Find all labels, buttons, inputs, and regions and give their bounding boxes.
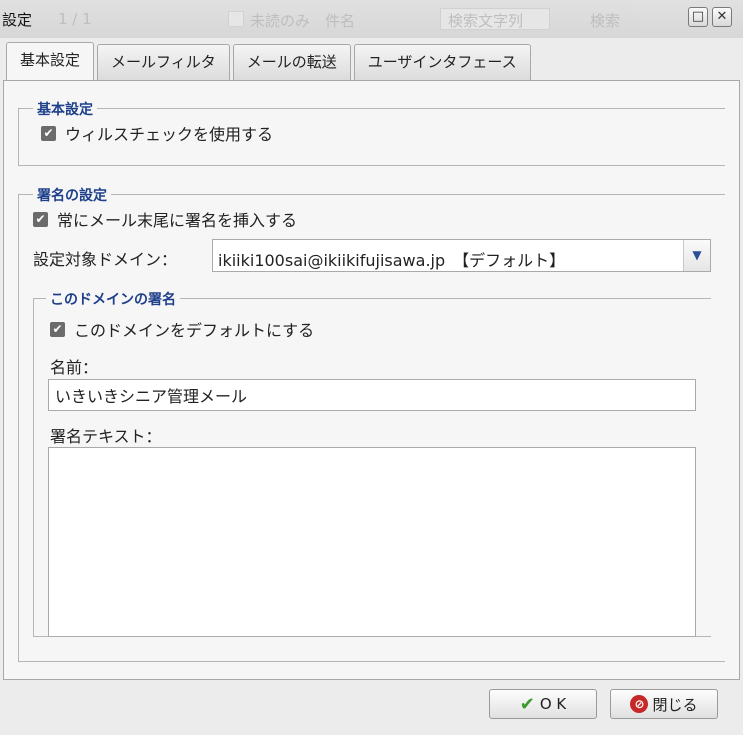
always-insert-row[interactable]: ✔ 常にメール末尾に署名を挿入する — [33, 207, 297, 231]
tab-user-interface[interactable]: ユーザインタフェース — [353, 44, 531, 80]
tab-bar: 基本設定 メールフィルタ メールの転送 ユーザインタフェース — [6, 42, 534, 80]
always-insert-checkbox[interactable]: ✔ — [33, 211, 48, 227]
signature-settings-group: 署名の設定 ✔ 常にメール末尾に署名を挿入する 設定対象ドメイン： ikiiki… — [18, 185, 725, 662]
default-domain-row[interactable]: ✔ このドメインをデフォルトにする — [50, 317, 314, 341]
always-insert-label: 常にメール末尾に署名を挿入する — [57, 211, 298, 230]
close-button-label: 閉じる — [652, 695, 698, 714]
tab-basic-settings[interactable]: 基本設定 — [6, 42, 95, 80]
signature-text-label: 署名テキスト： — [50, 427, 162, 446]
maximize-icon[interactable]: □ — [688, 7, 708, 27]
virus-check-checkbox[interactable]: ✔ — [41, 125, 56, 141]
virus-check-label: ウィルスチェックを使用する — [65, 125, 274, 144]
signature-settings-legend: 署名の設定 — [33, 185, 111, 205]
close-button[interactable]: ⊘ 閉じる — [610, 689, 718, 719]
virus-check-row[interactable]: ✔ ウィルスチェックを使用する — [41, 121, 273, 145]
signature-textarea[interactable] — [48, 447, 696, 637]
domain-signature-group: このドメインの署名 ✔ このドメインをデフォルトにする 名前： 署名テキスト： — [33, 289, 711, 637]
default-domain-label: このドメインをデフォルトにする — [74, 321, 315, 340]
default-domain-checkbox[interactable]: ✔ — [50, 321, 65, 337]
ok-button[interactable]: ✔ O K — [489, 689, 597, 719]
tab-mail-forward[interactable]: メールの転送 — [232, 44, 351, 80]
domain-select-value: ikiiki100sai@ikiikifujisawa.jp 【デフォルト】 — [218, 251, 566, 270]
basic-settings-group: 基本設定 ✔ ウィルスチェックを使用する — [18, 99, 725, 166]
domain-select[interactable]: ikiiki100sai@ikiikifujisawa.jp 【デフォルト】 ▼ — [212, 239, 711, 272]
basic-settings-legend: 基本設定 — [33, 99, 97, 119]
chevron-down-icon[interactable]: ▼ — [683, 240, 710, 271]
tab-mail-filter[interactable]: メールフィルタ — [97, 44, 230, 80]
domain-signature-legend: このドメインの署名 — [46, 289, 180, 309]
ok-button-label: O K — [539, 695, 567, 713]
domain-label: 設定対象ドメイン： — [33, 250, 178, 269]
no-entry-icon: ⊘ — [630, 695, 649, 713]
tab-panel: 基本設定 ✔ ウィルスチェックを使用する 署名の設定 ✔ 常にメール末尾に署名を… — [3, 80, 740, 680]
checkmark-icon: ✔ — [519, 693, 535, 715]
settings-dialog: 1 / 1 未読のみ 件名 検索文字列 検索 設定 □ ✕ 基本設定 メールフィ… — [0, 0, 743, 735]
dialog-titlebar: 設定 □ ✕ — [0, 0, 743, 38]
name-input[interactable] — [48, 379, 696, 411]
name-label: 名前： — [50, 358, 99, 377]
dialog-title: 設定 — [2, 11, 33, 29]
close-icon[interactable]: ✕ — [712, 7, 732, 27]
